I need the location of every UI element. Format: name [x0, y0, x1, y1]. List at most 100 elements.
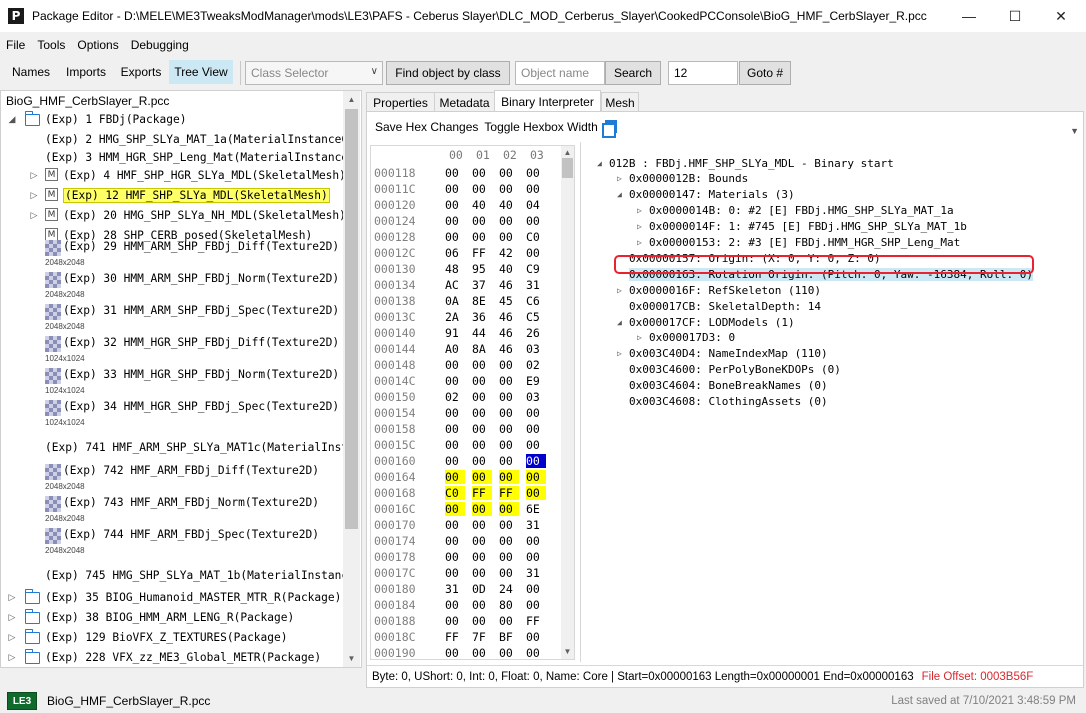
hex-byte[interactable]: AC — [445, 278, 465, 292]
tab-metadata[interactable]: Metadata — [434, 92, 495, 112]
goto-number-input[interactable]: 12 — [668, 61, 738, 85]
hex-byte[interactable]: 00 — [526, 422, 546, 436]
hex-byte[interactable]: C0 — [526, 230, 546, 244]
hex-byte[interactable]: 00 — [499, 534, 519, 548]
hex-byte[interactable]: 00 — [472, 598, 492, 612]
copy-icon[interactable] — [602, 120, 617, 138]
hex-row[interactable]: 000140 91 44 46 26 — [371, 325, 559, 341]
menu-tools[interactable]: Tools — [31, 38, 71, 52]
tree-item[interactable]: 2048x2048 (Exp) 743 HMF_ARM_FBDj_Norm(Tex… — [1, 496, 343, 523]
hex-row[interactable]: 000118 00 00 00 00 — [371, 165, 559, 181]
hex-byte[interactable]: 00 — [445, 598, 465, 612]
hex-byte[interactable]: 00 — [445, 566, 465, 580]
interpreter-node[interactable]: ▷ 0x00000153: 2: #3 [E] FBDj.HMM_HGR_SHP_… — [581, 235, 1081, 251]
hex-byte[interactable]: 00 — [445, 518, 465, 532]
hex-row[interactable]: 00013C 2A 36 46 C5 — [371, 309, 559, 325]
hex-byte[interactable]: 24 — [499, 582, 519, 596]
expand-open-icon[interactable]: ◢ — [617, 190, 622, 199]
scroll-down-icon[interactable]: ▼ — [561, 643, 574, 659]
tab-imports[interactable]: Imports — [59, 60, 113, 84]
tree-item[interactable]: ◢ (Exp) 1 FBDj(Package) — [1, 110, 343, 128]
hex-byte[interactable]: 00 — [499, 518, 519, 532]
hex-row[interactable]: 000144 A0 8A 46 03 — [371, 341, 559, 357]
tree-item[interactable]: 2048x2048 (Exp) 742 HMF_ARM_FBDj_Diff(Tex… — [1, 464, 343, 491]
hex-byte[interactable]: 00 — [499, 230, 519, 244]
hex-byte[interactable]: 37 — [472, 278, 492, 292]
hex-byte[interactable]: 40 — [472, 198, 492, 212]
interpreter-node[interactable]: ◢ 0x000017CF: LODModels (1) — [581, 314, 1081, 330]
hex-byte[interactable]: 31 — [526, 518, 546, 532]
hex-byte[interactable]: 31 — [445, 582, 465, 596]
save-hex-changes-button[interactable]: Save Hex Changes — [375, 120, 478, 134]
tree-item[interactable]: 2048x2048 (Exp) 29 HMM_ARM_SHP_FBDj_Diff(… — [1, 240, 343, 267]
expand-closed-icon[interactable]: ▷ — [7, 612, 17, 623]
hex-byte[interactable]: 00 — [526, 486, 546, 500]
expand-closed-icon[interactable]: ▷ — [637, 333, 642, 342]
hex-byte[interactable]: BF — [499, 630, 519, 644]
hex-byte[interactable]: E9 — [526, 374, 546, 388]
expand-open-icon[interactable]: ◢ — [7, 114, 17, 125]
expand-closed-icon[interactable]: ▷ — [637, 238, 642, 247]
hex-row[interactable]: 000190 00 00 00 00 — [371, 645, 559, 659]
expand-closed-icon[interactable]: ▷ — [29, 210, 39, 221]
hex-byte[interactable]: FF — [472, 486, 492, 500]
hex-byte[interactable]: 00 — [472, 614, 492, 628]
hex-byte[interactable]: 00 — [499, 214, 519, 228]
hex-row[interactable]: 000120 00 40 40 04 — [371, 197, 559, 213]
expand-closed-icon[interactable]: ▷ — [7, 632, 17, 643]
hex-byte[interactable]: 00 — [445, 614, 465, 628]
hex-row[interactable]: 000168 C0 FF FF 00 — [371, 485, 559, 501]
hex-byte[interactable]: 00 — [499, 166, 519, 180]
hex-byte[interactable]: 00 — [445, 646, 465, 659]
hex-row[interactable]: 000178 00 00 00 00 — [371, 549, 559, 565]
hex-row[interactable]: 00018C FF 7F BF 00 — [371, 629, 559, 645]
hex-byte[interactable]: 00 — [499, 358, 519, 372]
expand-closed-icon[interactable]: ▷ — [637, 206, 642, 215]
hex-row[interactable]: 000148 00 00 00 02 — [371, 357, 559, 373]
hex-byte[interactable]: 00 — [472, 438, 492, 452]
hex-byte[interactable]: 00 — [445, 214, 465, 228]
hex-byte[interactable]: 0D — [472, 582, 492, 596]
tab-exports[interactable]: Exports — [116, 60, 166, 84]
hex-byte[interactable]: 00 — [445, 166, 465, 180]
hex-byte[interactable]: 42 — [499, 246, 519, 260]
tree-root[interactable]: BioG_HMF_CerbSlayer_R.pcc — [6, 92, 169, 110]
menu-file[interactable]: File — [0, 38, 31, 52]
expand-closed-icon[interactable]: ▷ — [637, 222, 642, 231]
hex-byte[interactable]: 46 — [499, 310, 519, 324]
hex-byte[interactable]: 00 — [499, 182, 519, 196]
hex-byte[interactable]: 2A — [445, 310, 465, 324]
expand-closed-icon[interactable]: ▷ — [617, 349, 622, 358]
hex-byte[interactable]: 02 — [526, 358, 546, 372]
hex-byte[interactable]: 00 — [499, 374, 519, 388]
hex-byte[interactable]: 00 — [472, 518, 492, 532]
hex-byte[interactable]: 00 — [472, 390, 492, 404]
hex-byte[interactable]: 00 — [499, 646, 519, 659]
hex-byte[interactable]: 00 — [499, 438, 519, 452]
hex-byte[interactable]: 00 — [445, 550, 465, 564]
hex-byte[interactable]: 00 — [526, 598, 546, 612]
hex-byte[interactable]: C9 — [526, 262, 546, 276]
hex-byte[interactable]: 48 — [445, 262, 465, 276]
hex-byte[interactable]: 06 — [445, 246, 465, 260]
hex-byte[interactable]: C6 — [526, 294, 546, 308]
interpreter-node[interactable]: 0x003C4608: ClothingAssets (0) — [581, 394, 1081, 410]
interpreter-node[interactable]: ◢ 0x00000147: Materials (3) — [581, 187, 1081, 203]
tree-item[interactable]: 1024x1024 (Exp) 33 HMM_HGR_SHP_FBDj_Norm(… — [1, 368, 343, 395]
hex-byte[interactable]: 00 — [526, 646, 546, 659]
hex-byte[interactable]: 31 — [526, 566, 546, 580]
hex-byte[interactable]: 40 — [499, 262, 519, 276]
maximize-button[interactable]: ☐ — [992, 0, 1038, 32]
hex-row[interactable]: 00012C 06 FF 42 00 — [371, 245, 559, 261]
hex-byte[interactable]: 00 — [472, 374, 492, 388]
tab-properties[interactable]: Properties — [366, 92, 435, 112]
hex-row[interactable]: 000174 00 00 00 00 — [371, 533, 559, 549]
hex-byte[interactable]: 02 — [445, 390, 465, 404]
hex-byte[interactable]: FF — [445, 630, 465, 644]
menu-options[interactable]: Options — [71, 38, 124, 52]
interpreter-node[interactable]: ▷ 0x0000014F: 1: #745 [E] FBDj.HMG_SHP_SL… — [581, 219, 1081, 235]
interpreter-node[interactable]: ▷ 0x0000012B: Bounds — [581, 171, 1081, 187]
hex-byte[interactable]: 00 — [445, 454, 465, 468]
expand-closed-icon[interactable]: ▷ — [29, 190, 39, 201]
hex-row[interactable]: 00011C 00 00 00 00 — [371, 181, 559, 197]
